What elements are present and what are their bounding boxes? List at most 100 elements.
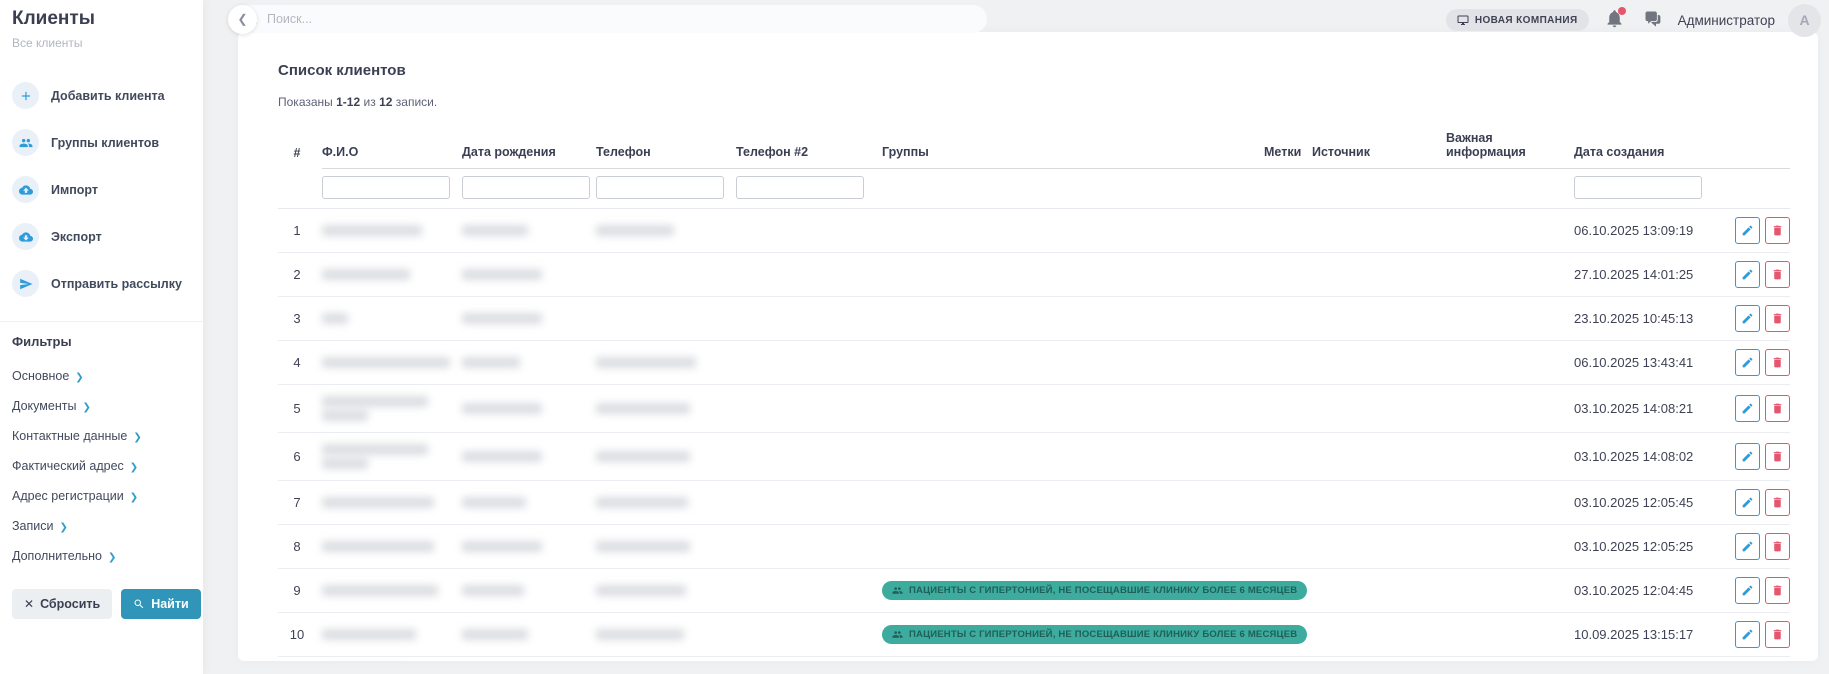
avatar[interactable]: A xyxy=(1788,3,1821,37)
collapse-sidebar-button[interactable]: ❮ xyxy=(228,5,257,34)
delete-button[interactable] xyxy=(1765,443,1790,470)
delete-button[interactable] xyxy=(1765,305,1790,332)
edit-button[interactable] xyxy=(1735,533,1760,560)
delete-button[interactable] xyxy=(1765,217,1790,244)
pencil-icon xyxy=(1742,403,1753,414)
row-number: 7 xyxy=(278,480,322,525)
row-number: 6 xyxy=(278,432,322,481)
trash-icon xyxy=(1773,451,1782,462)
created-date: 03.10.2025 12:05:45 xyxy=(1574,480,1730,525)
edit-button[interactable] xyxy=(1735,261,1760,288)
card-title: Список клиентов xyxy=(278,62,406,79)
reset-button[interactable]: ✕ Сбросить xyxy=(12,589,113,619)
new-company-button[interactable]: НОВАЯ КОМПАНИЯ xyxy=(1445,9,1589,31)
trash-icon xyxy=(1773,541,1782,552)
summary-range: 1-12 xyxy=(336,95,361,109)
redacted-phone xyxy=(596,541,690,552)
redacted-phone xyxy=(596,357,696,368)
chevron-right-icon: ❯ xyxy=(107,551,117,563)
redacted-name xyxy=(322,629,416,640)
table-row: 11ПАЦИЕНТЫ С ГИПЕРТОНИЕЙ, НЕ ПОСЕЩАВШИЕ … xyxy=(278,656,1790,661)
column-header: Телефон xyxy=(596,127,736,169)
row-number: 2 xyxy=(278,252,322,297)
column-header xyxy=(1730,127,1790,169)
redacted-name xyxy=(322,269,410,280)
filter-link[interactable]: Дополнительно ❯ xyxy=(12,541,191,571)
table-row: 9 ПАЦИЕНТЫ С ГИПЕРТОНИЕЙ, НЕ ПОСЕЩАВШИЕ К… xyxy=(278,568,1790,613)
monitor-icon xyxy=(1457,15,1469,25)
filter-input-col-1[interactable] xyxy=(322,176,450,199)
sidebar-action-list: Добавить клиента Группы клиентов Импорт … xyxy=(12,72,191,307)
find-button-label: Найти xyxy=(151,597,189,611)
filter-link[interactable]: Контактные данные ❯ xyxy=(12,421,191,451)
row-number: 8 xyxy=(278,524,322,569)
created-date: 10.09.2025 13:15:17 xyxy=(1574,612,1730,657)
edit-button[interactable] xyxy=(1735,489,1760,516)
pencil-icon xyxy=(1742,225,1753,236)
messages-chat-icon[interactable] xyxy=(1640,6,1665,34)
notifications-bell-icon[interactable] xyxy=(1602,6,1627,34)
column-header: Дата рождения xyxy=(462,127,596,169)
created-date: 03.10.2025 14:08:02 xyxy=(1574,432,1730,481)
table-row: 6 03.10.2025 14:08:02 xyxy=(278,432,1790,481)
sidebar-action-cloud-upload[interactable]: Импорт xyxy=(12,166,191,213)
sidebar-action-users[interactable]: Группы клиентов xyxy=(12,119,191,166)
redacted-name xyxy=(322,458,368,469)
created-date: 21.08.2025 12:47:27 xyxy=(1574,656,1730,661)
filter-input-col-2[interactable] xyxy=(462,176,590,199)
pencil-icon xyxy=(1742,629,1753,640)
filter-link[interactable]: Основное ❯ xyxy=(12,361,191,391)
edit-button[interactable] xyxy=(1735,443,1760,470)
sidebar-action-send[interactable]: Отправить рассылку xyxy=(12,260,191,307)
user-name: Администратор xyxy=(1677,12,1775,28)
filter-link[interactable]: Записи ❯ xyxy=(12,511,191,541)
chevron-right-icon: ❯ xyxy=(75,371,84,383)
redacted-birth-date xyxy=(462,497,526,508)
table-row: 3 23.10.2025 10:45:13 xyxy=(278,296,1790,341)
redacted-name xyxy=(322,410,368,421)
delete-button[interactable] xyxy=(1765,489,1790,516)
created-date: 27.10.2025 14:01:25 xyxy=(1574,252,1730,297)
users-icon xyxy=(12,129,39,156)
column-header: Группы xyxy=(882,127,1264,169)
table-row: 4 06.10.2025 13:43:41 xyxy=(278,340,1790,385)
edit-button[interactable] xyxy=(1735,577,1760,604)
delete-button[interactable] xyxy=(1765,395,1790,422)
trash-icon xyxy=(1773,269,1782,280)
sidebar-action-plus[interactable]: Добавить клиента xyxy=(12,72,191,119)
group-badge[interactable]: ПАЦИЕНТЫ С ГИПЕРТОНИЕЙ, НЕ ПОСЕЩАВШИЕ КЛ… xyxy=(882,581,1308,600)
filter-link[interactable]: Документы ❯ xyxy=(12,391,191,421)
edit-button[interactable] xyxy=(1735,621,1760,648)
column-header: Ф.И.О xyxy=(322,127,462,169)
group-badge[interactable]: ПАЦИЕНТЫ С ГИПЕРТОНИЕЙ, НЕ ПОСЕЩАВШИЕ КЛ… xyxy=(882,625,1308,644)
trash-icon xyxy=(1773,225,1782,236)
filter-link[interactable]: Адрес регистрации ❯ xyxy=(12,481,191,511)
edit-button[interactable] xyxy=(1735,217,1760,244)
edit-button[interactable] xyxy=(1735,305,1760,332)
search-input[interactable] xyxy=(267,12,975,26)
find-button[interactable]: Найти xyxy=(121,589,201,619)
edit-button[interactable] xyxy=(1735,349,1760,376)
filter-input-col-9[interactable] xyxy=(1574,176,1702,199)
filter-link-label: Фактический адрес xyxy=(12,459,124,473)
delete-button[interactable] xyxy=(1765,533,1790,560)
group-badge-label: ПАЦИЕНТЫ С ГИПЕРТОНИЕЙ, НЕ ПОСЕЩАВШИЕ КЛ… xyxy=(909,629,1298,640)
filter-link-label: Основное xyxy=(12,369,70,383)
trash-icon xyxy=(1773,403,1782,414)
filter-link-list: Основное ❯ Документы ❯ Контактные данные ❯… xyxy=(12,361,191,571)
sidebar-action-cloud-download[interactable]: Экспорт xyxy=(12,213,191,260)
filter-link-label: Адрес регистрации xyxy=(12,489,124,503)
table-row: 7 03.10.2025 12:05:45 xyxy=(278,480,1790,525)
delete-button[interactable] xyxy=(1765,621,1790,648)
filters-title: Фильтры xyxy=(12,334,72,349)
plus-icon xyxy=(12,82,39,109)
redacted-phone xyxy=(596,451,690,462)
delete-button[interactable] xyxy=(1765,577,1790,604)
filter-input-col-4[interactable] xyxy=(736,176,864,199)
row-number: 11 xyxy=(278,656,322,661)
delete-button[interactable] xyxy=(1765,349,1790,376)
filter-input-col-3[interactable] xyxy=(596,176,724,199)
filter-link[interactable]: Фактический адрес ❯ xyxy=(12,451,191,481)
delete-button[interactable] xyxy=(1765,261,1790,288)
edit-button[interactable] xyxy=(1735,395,1760,422)
